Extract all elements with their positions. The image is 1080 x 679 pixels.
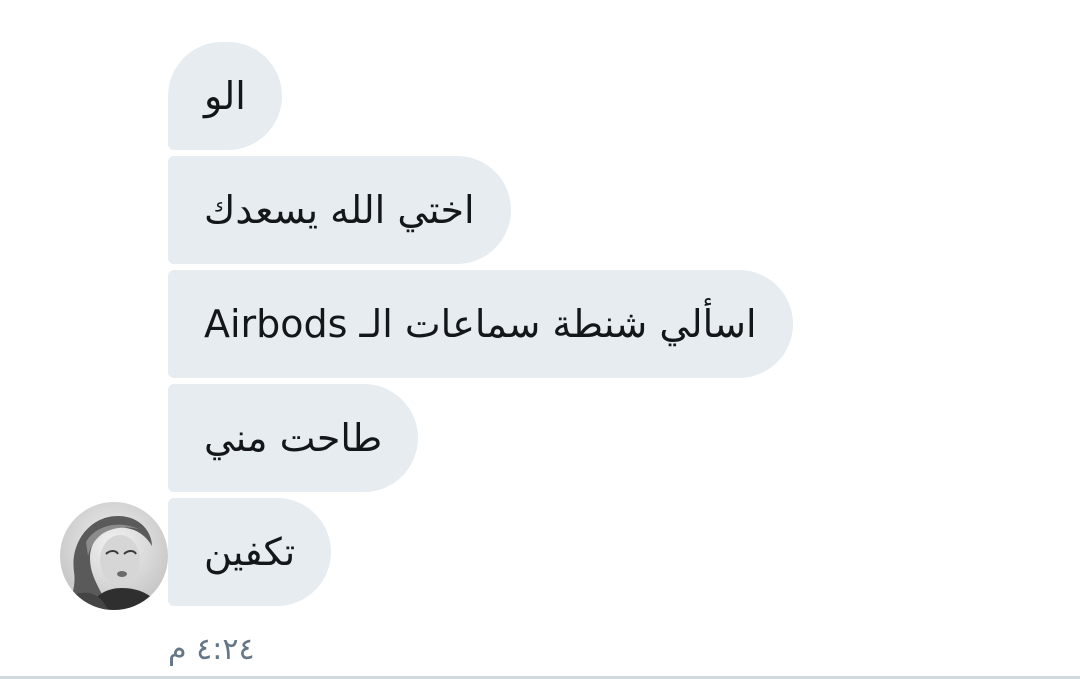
message-text: اختي الله يسعدك (204, 188, 475, 232)
message-thread: الو اختي الله يسعدك اسألي شنطة سماعات ال… (168, 42, 793, 606)
message-bubble[interactable]: الو (168, 42, 282, 150)
message-bubble[interactable]: طاحت مني (168, 384, 419, 492)
message-timestamp: ٤:٢٤ م (168, 632, 255, 667)
user-avatar-icon (60, 502, 168, 610)
sender-avatar[interactable] (60, 502, 168, 610)
message-bubble[interactable]: تكفين (168, 498, 332, 606)
message-text: طاحت مني (204, 416, 383, 460)
message-text: اسألي شنطة سماعات الـ Airbods (204, 302, 757, 346)
message-bubble[interactable]: اختي الله يسعدك (168, 156, 511, 264)
message-bubble[interactable]: اسألي شنطة سماعات الـ Airbods (168, 270, 793, 378)
message-text: الو (204, 74, 246, 118)
message-text: تكفين (204, 530, 296, 574)
